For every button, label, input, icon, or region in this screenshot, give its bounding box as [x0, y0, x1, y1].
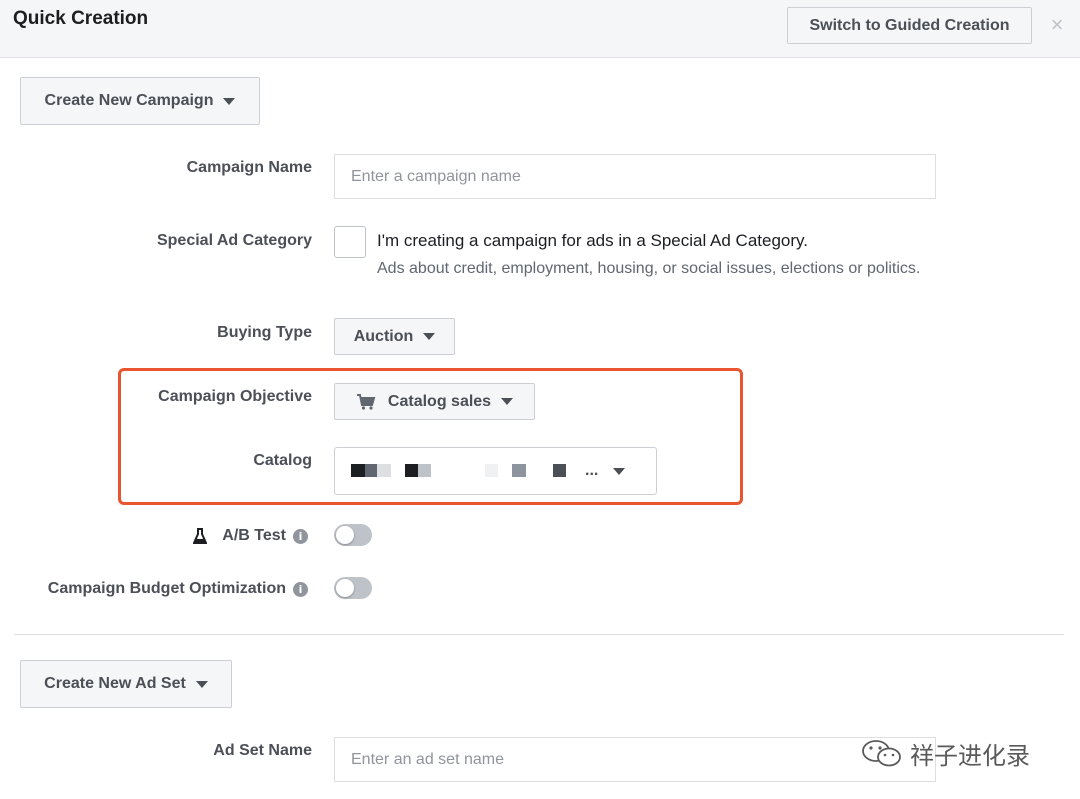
- create-campaign-label: Create New Campaign: [44, 92, 214, 109]
- section-divider: [14, 634, 1064, 635]
- special-category-checkbox[interactable]: [334, 226, 366, 258]
- chevron-down-icon: [223, 97, 236, 105]
- ab-test-label-text: A/B Test: [222, 527, 286, 544]
- campaign-name-input[interactable]: [334, 154, 936, 199]
- redacted-block: [377, 464, 391, 477]
- adset-name-input[interactable]: [334, 737, 936, 782]
- buying-type-dropdown[interactable]: Auction: [334, 318, 455, 355]
- catalog-dropdown[interactable]: ...: [334, 447, 657, 495]
- watermark: 祥子进化录: [860, 736, 1030, 771]
- redacted-block: [485, 464, 498, 477]
- dialog-header: Quick Creation Switch to Guided Creation…: [0, 0, 1080, 58]
- campaign-objective-label-text: Campaign Objective: [158, 388, 312, 405]
- campaign-objective-value: Catalog sales: [387, 392, 492, 410]
- chevron-down-icon: [613, 468, 625, 475]
- special-category-description: Ads about credit, employment, housing, o…: [377, 260, 921, 277]
- special-category-label-text: Special Ad Category: [156, 232, 312, 249]
- catalog-label: Catalog: [253, 452, 312, 470]
- cart-icon: [356, 393, 376, 410]
- campaign-name-label-text: Campaign Name: [186, 159, 312, 176]
- cbo-label: Campaign Budget Optimization i: [48, 580, 308, 598]
- redacted-block: [553, 464, 566, 477]
- close-icon[interactable]: ×: [1047, 14, 1067, 36]
- ab-test-label: A/B Test i: [193, 527, 308, 545]
- campaign-objective-label: Campaign Objective: [158, 388, 312, 406]
- ab-test-toggle[interactable]: [334, 524, 372, 546]
- cbo-toggle[interactable]: [334, 577, 372, 599]
- redacted-block: [418, 464, 431, 477]
- campaign-objective-dropdown[interactable]: Catalog sales: [334, 383, 535, 420]
- redacted-block: [512, 464, 526, 477]
- buying-type-label: Buying Type: [217, 324, 312, 342]
- chevron-down-icon: [195, 680, 208, 688]
- wechat-icon: [860, 739, 904, 769]
- create-adset-dropdown[interactable]: Create New Ad Set: [20, 660, 232, 708]
- buying-type-value: Auction: [353, 327, 414, 345]
- adset-name-label-text: Ad Set Name: [213, 742, 312, 759]
- adset-name-label: Ad Set Name: [213, 742, 312, 760]
- switch-guided-label: Switch to Guided Creation: [809, 16, 1010, 34]
- redacted-block: [405, 464, 418, 477]
- catalog-ellipsis: ...: [585, 462, 599, 479]
- create-adset-label: Create New Ad Set: [44, 675, 186, 692]
- special-category-label: Special Ad Category: [157, 232, 312, 250]
- flask-icon: [193, 527, 208, 545]
- info-icon[interactable]: i: [293, 528, 308, 544]
- catalog-label-text: Catalog: [253, 452, 312, 469]
- dialog-title: Quick Creation: [13, 8, 149, 29]
- create-campaign-dropdown[interactable]: Create New Campaign: [20, 77, 260, 125]
- campaign-name-label: Campaign Name: [187, 159, 312, 177]
- info-icon[interactable]: i: [293, 581, 308, 597]
- special-category-text: I'm creating a campaign for ads in a Spe…: [377, 231, 808, 250]
- redacted-block: [365, 464, 377, 477]
- switch-guided-button[interactable]: Switch to Guided Creation: [787, 7, 1032, 44]
- redacted-block: [351, 464, 365, 477]
- buying-type-label-text: Buying Type: [217, 324, 312, 341]
- chevron-down-icon: [501, 398, 514, 405]
- chevron-down-icon: [423, 333, 436, 340]
- watermark-text: 祥子进化录: [910, 742, 1030, 770]
- cbo-label-text: Campaign Budget Optimization: [47, 580, 286, 597]
